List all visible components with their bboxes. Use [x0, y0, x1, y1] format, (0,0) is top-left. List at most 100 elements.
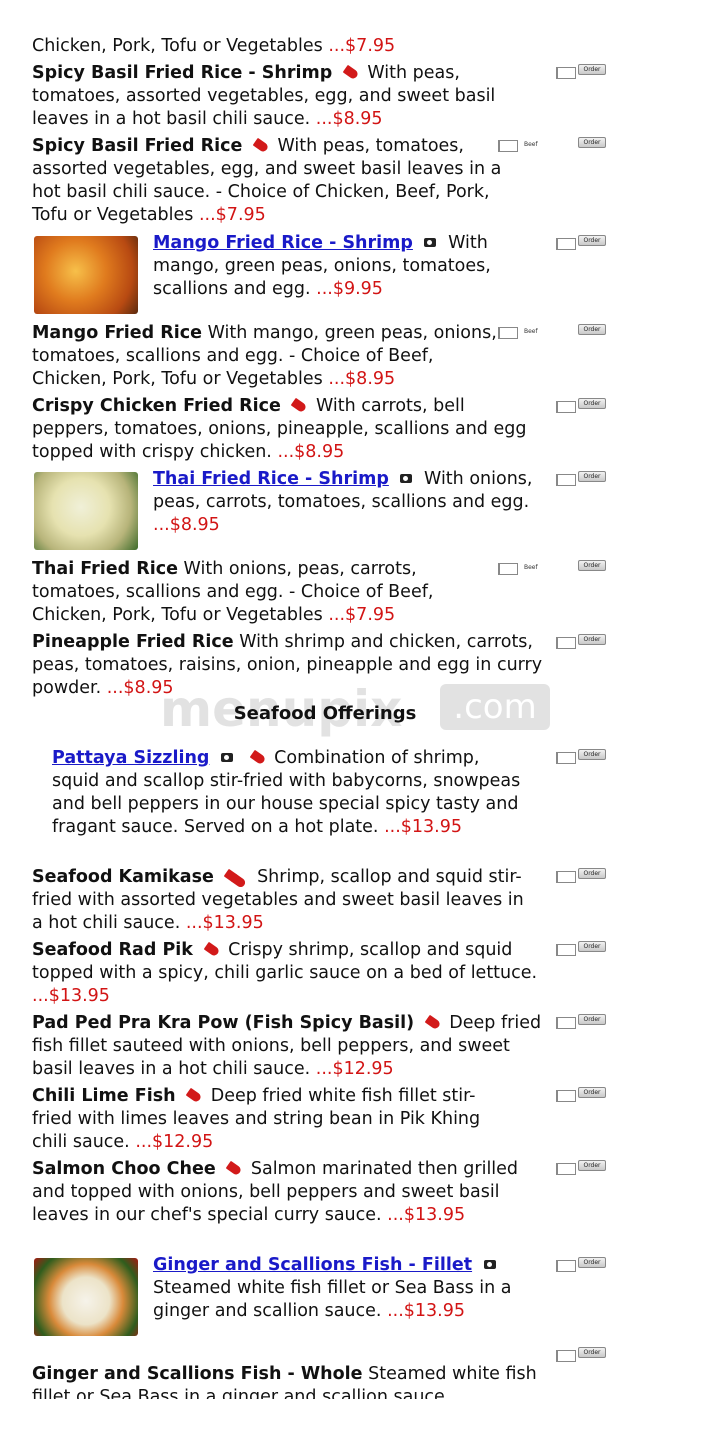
item-price: ...$8.95 — [328, 369, 396, 389]
item-name-link[interactable]: Ginger and Scallions Fish - Fillet — [153, 1255, 472, 1275]
item-price: ...$13.95 — [384, 817, 462, 837]
item-name: Crispy Chicken Fried Rice — [32, 396, 281, 416]
menu-item: Ginger and Scallions Fish - Whole Steame… — [32, 1363, 547, 1399]
quantity-input[interactable] — [556, 401, 576, 413]
spicy-chili-icon — [225, 1160, 243, 1177]
quantity-input[interactable] — [556, 1090, 576, 1102]
item-name: Mango Fried Rice — [32, 323, 202, 343]
item-name: Salmon Choo Chee — [32, 1159, 216, 1179]
quantity-input[interactable] — [556, 871, 576, 883]
order-button[interactable]: Order — [578, 560, 606, 571]
order-button[interactable]: Order — [578, 1014, 606, 1025]
item-name-link[interactable]: Pattaya Sizzling — [52, 748, 209, 768]
order-button[interactable]: Order — [578, 749, 606, 760]
order-button[interactable]: Order — [578, 398, 606, 409]
menu-item: Pineapple Fried Rice With shrimp and chi… — [32, 631, 552, 700]
item-name: Seafood Kamikase — [32, 867, 214, 887]
quantity-input[interactable] — [556, 1350, 576, 1362]
item-price: ...$8.95 — [315, 109, 383, 129]
item-name: Spicy Basil Fried Rice — [32, 136, 243, 156]
item-price: ...$13.95 — [32, 986, 110, 1006]
menu-item: Thai Fried Rice - Shrimp With onions, pe… — [153, 468, 553, 537]
spicy-chili-icon — [252, 137, 270, 154]
dish-photo[interactable] — [34, 236, 138, 314]
item-description: Chicken, Pork, Tofu or Vegetables — [32, 36, 323, 56]
camera-icon[interactable] — [483, 1260, 496, 1269]
order-button[interactable]: Order — [578, 1257, 606, 1268]
item-price: ...$13.95 — [185, 913, 264, 933]
item-price: ...$8.95 — [277, 442, 345, 462]
order-button[interactable]: Order — [578, 1347, 606, 1358]
spicy-chili-icon — [342, 64, 360, 81]
quantity-input[interactable] — [556, 752, 576, 764]
quantity-input[interactable] — [498, 327, 518, 339]
dish-photo[interactable] — [34, 472, 138, 550]
menu-item: Salmon Choo Chee Salmon marinated then g… — [32, 1158, 532, 1227]
quantity-input[interactable] — [556, 1017, 576, 1029]
item-name: Pineapple Fried Rice — [32, 632, 234, 652]
item-name: Seafood Rad Pik — [32, 940, 193, 960]
item-price: ...$12.95 — [135, 1132, 214, 1152]
item-name: Pad Ped Pra Kra Pow (Fish Spicy Basil) — [32, 1013, 415, 1033]
item-price: ...$9.95 — [316, 279, 383, 299]
menu-item: Seafood Rad Pik Crispy shrimp, scallop a… — [32, 939, 542, 1008]
menu-item: Chicken, Pork, Tofu or Vegetables ...$7.… — [32, 35, 532, 58]
very-spicy-chili-icon — [224, 868, 241, 885]
menu-item: Crispy Chicken Fried Rice With carrots, … — [32, 395, 537, 464]
item-price: ...$12.95 — [315, 1059, 394, 1079]
item-name: Chili Lime Fish — [32, 1086, 176, 1106]
item-price: ...$13.95 — [387, 1205, 466, 1225]
item-price: ...$13.95 — [387, 1301, 465, 1321]
quantity-input[interactable] — [556, 67, 576, 79]
section-title: Seafood Offerings — [233, 703, 417, 724]
quantity-input[interactable] — [556, 637, 576, 649]
spicy-chili-icon — [249, 749, 266, 766]
item-name: Thai Fried Rice — [32, 559, 178, 579]
meat-select[interactable]: Beef — [524, 564, 538, 571]
menu-item: Mango Fried Rice - Shrimp With mango, gr… — [153, 232, 538, 301]
menu-item: Spicy Basil Fried Rice - Shrimp With pea… — [32, 62, 547, 131]
quantity-input[interactable] — [498, 563, 518, 575]
item-name-link[interactable]: Mango Fried Rice - Shrimp — [153, 233, 413, 253]
quantity-input[interactable] — [556, 238, 576, 250]
camera-icon[interactable] — [400, 474, 413, 483]
order-button[interactable]: Order — [578, 471, 606, 482]
order-button[interactable]: Order — [578, 324, 606, 335]
spicy-chili-icon — [203, 941, 220, 958]
menu-item: Chili Lime Fish Deep fried white fish fi… — [32, 1085, 512, 1154]
order-button[interactable]: Order — [578, 64, 606, 75]
item-price: ...$8.95 — [106, 678, 174, 698]
meat-select[interactable]: Beef — [524, 141, 538, 148]
order-button[interactable]: Order — [578, 941, 606, 952]
order-button[interactable]: Order — [578, 235, 606, 246]
camera-icon[interactable] — [221, 753, 234, 762]
quantity-input[interactable] — [556, 944, 576, 956]
spicy-chili-icon — [291, 397, 308, 414]
menu-item: Ginger and Scallions Fish - Fillet Steam… — [153, 1254, 553, 1323]
menu-item: Pattaya Sizzling Combination of shrimp, … — [52, 747, 532, 839]
spicy-chili-icon — [424, 1014, 442, 1031]
menu-item: Pad Ped Pra Kra Pow (Fish Spicy Basil) D… — [32, 1012, 547, 1081]
item-name-link[interactable]: Thai Fried Rice - Shrimp — [153, 469, 389, 489]
order-button[interactable]: Order — [578, 137, 606, 148]
order-button[interactable]: Order — [578, 1087, 606, 1098]
quantity-input[interactable] — [556, 1260, 576, 1272]
menu-item: Mango Fried Rice With mango, green peas,… — [32, 322, 502, 391]
spicy-chili-icon — [185, 1087, 203, 1104]
item-name: Ginger and Scallions Fish - Whole — [32, 1364, 363, 1384]
quantity-input[interactable] — [498, 140, 518, 152]
item-name: Spicy Basil Fried Rice - Shrimp — [32, 63, 333, 83]
menu-item: Thai Fried Rice With onions, peas, carro… — [32, 558, 482, 627]
quantity-input[interactable] — [556, 474, 576, 486]
item-price: ...$8.95 — [153, 515, 220, 535]
quantity-input[interactable] — [556, 1163, 576, 1175]
order-button[interactable]: Order — [578, 634, 606, 645]
camera-icon[interactable] — [424, 238, 437, 247]
order-button[interactable]: Order — [578, 1160, 606, 1171]
dish-photo[interactable] — [34, 1258, 138, 1336]
item-price: ...$7.95 — [328, 36, 396, 56]
meat-select[interactable]: Beef — [524, 328, 538, 335]
order-button[interactable]: Order — [578, 868, 606, 879]
menu-item: Spicy Basil Fried Rice With peas, tomato… — [32, 135, 502, 227]
menu-item: Seafood Kamikase Shrimp, scallop and squ… — [32, 866, 537, 935]
